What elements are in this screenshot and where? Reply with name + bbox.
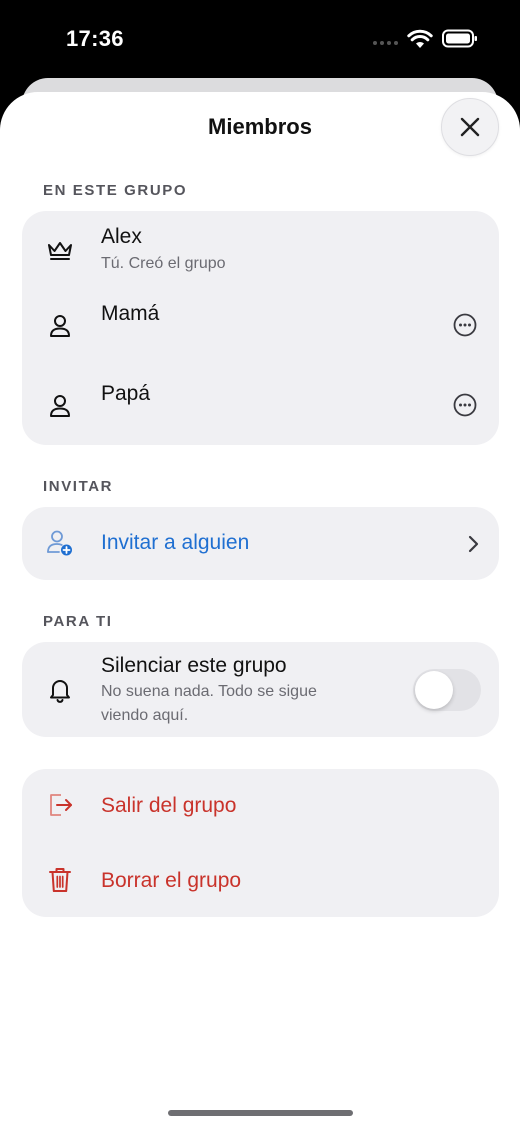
bell-icon [46, 676, 74, 704]
more-options-button[interactable] [453, 393, 477, 417]
close-button[interactable] [441, 98, 499, 156]
wifi-icon [407, 29, 433, 48]
mute-title: Silenciar este grupo [101, 654, 287, 677]
battery-icon [442, 29, 477, 48]
delete-group-label: Borrar el grupo [101, 869, 242, 892]
status-bar: 17:36 [0, 0, 520, 78]
member-name: Mamá [101, 302, 160, 325]
section-label-invite: INVITAR [43, 478, 114, 495]
delete-group-button[interactable]: Borrar el grupo [22, 843, 499, 917]
section-label-members: EN ESTE GRUPO [43, 182, 188, 199]
invite-button[interactable]: Invitar a alguien [22, 507, 499, 580]
home-indicator[interactable] [168, 1110, 353, 1116]
close-icon [460, 117, 480, 137]
exit-icon [46, 791, 74, 819]
danger-card: Salir del grupo Borrar el grupo [22, 769, 499, 917]
status-time: 17:36 [66, 26, 124, 51]
leave-group-label: Salir del grupo [101, 794, 237, 817]
leave-group-button[interactable]: Salir del grupo [22, 769, 499, 843]
member-subtitle: Tú. Creó el grupo [101, 255, 226, 272]
members-card: Alex Tú. Creó el grupo Mamá Papá [22, 211, 499, 445]
member-row-alex[interactable]: Alex Tú. Creó el grupo [22, 211, 499, 289]
cellular-signal-icon [373, 41, 400, 47]
mute-row: Silenciar este grupo No suena nada. Todo… [22, 642, 499, 737]
member-row-papa[interactable]: Papá [22, 367, 499, 445]
toggle-knob [415, 671, 453, 709]
chevron-right-icon [468, 535, 479, 553]
mute-description-line-2: viendo aquí. [101, 707, 189, 724]
crown-icon [46, 236, 74, 264]
mute-description-line-1: No suena nada. Todo se sigue [101, 683, 317, 700]
person-icon [46, 392, 74, 420]
invite-label: Invitar a alguien [101, 531, 250, 554]
member-name: Papá [101, 382, 151, 405]
person-icon [46, 312, 74, 340]
member-name: Alex [101, 225, 142, 248]
section-label-for-you: PARA TI [43, 613, 113, 630]
more-options-button[interactable] [453, 313, 477, 337]
mute-toggle[interactable] [413, 669, 481, 711]
person-add-icon [46, 529, 74, 557]
trash-icon [46, 866, 74, 894]
member-row-mama[interactable]: Mamá [22, 289, 499, 367]
